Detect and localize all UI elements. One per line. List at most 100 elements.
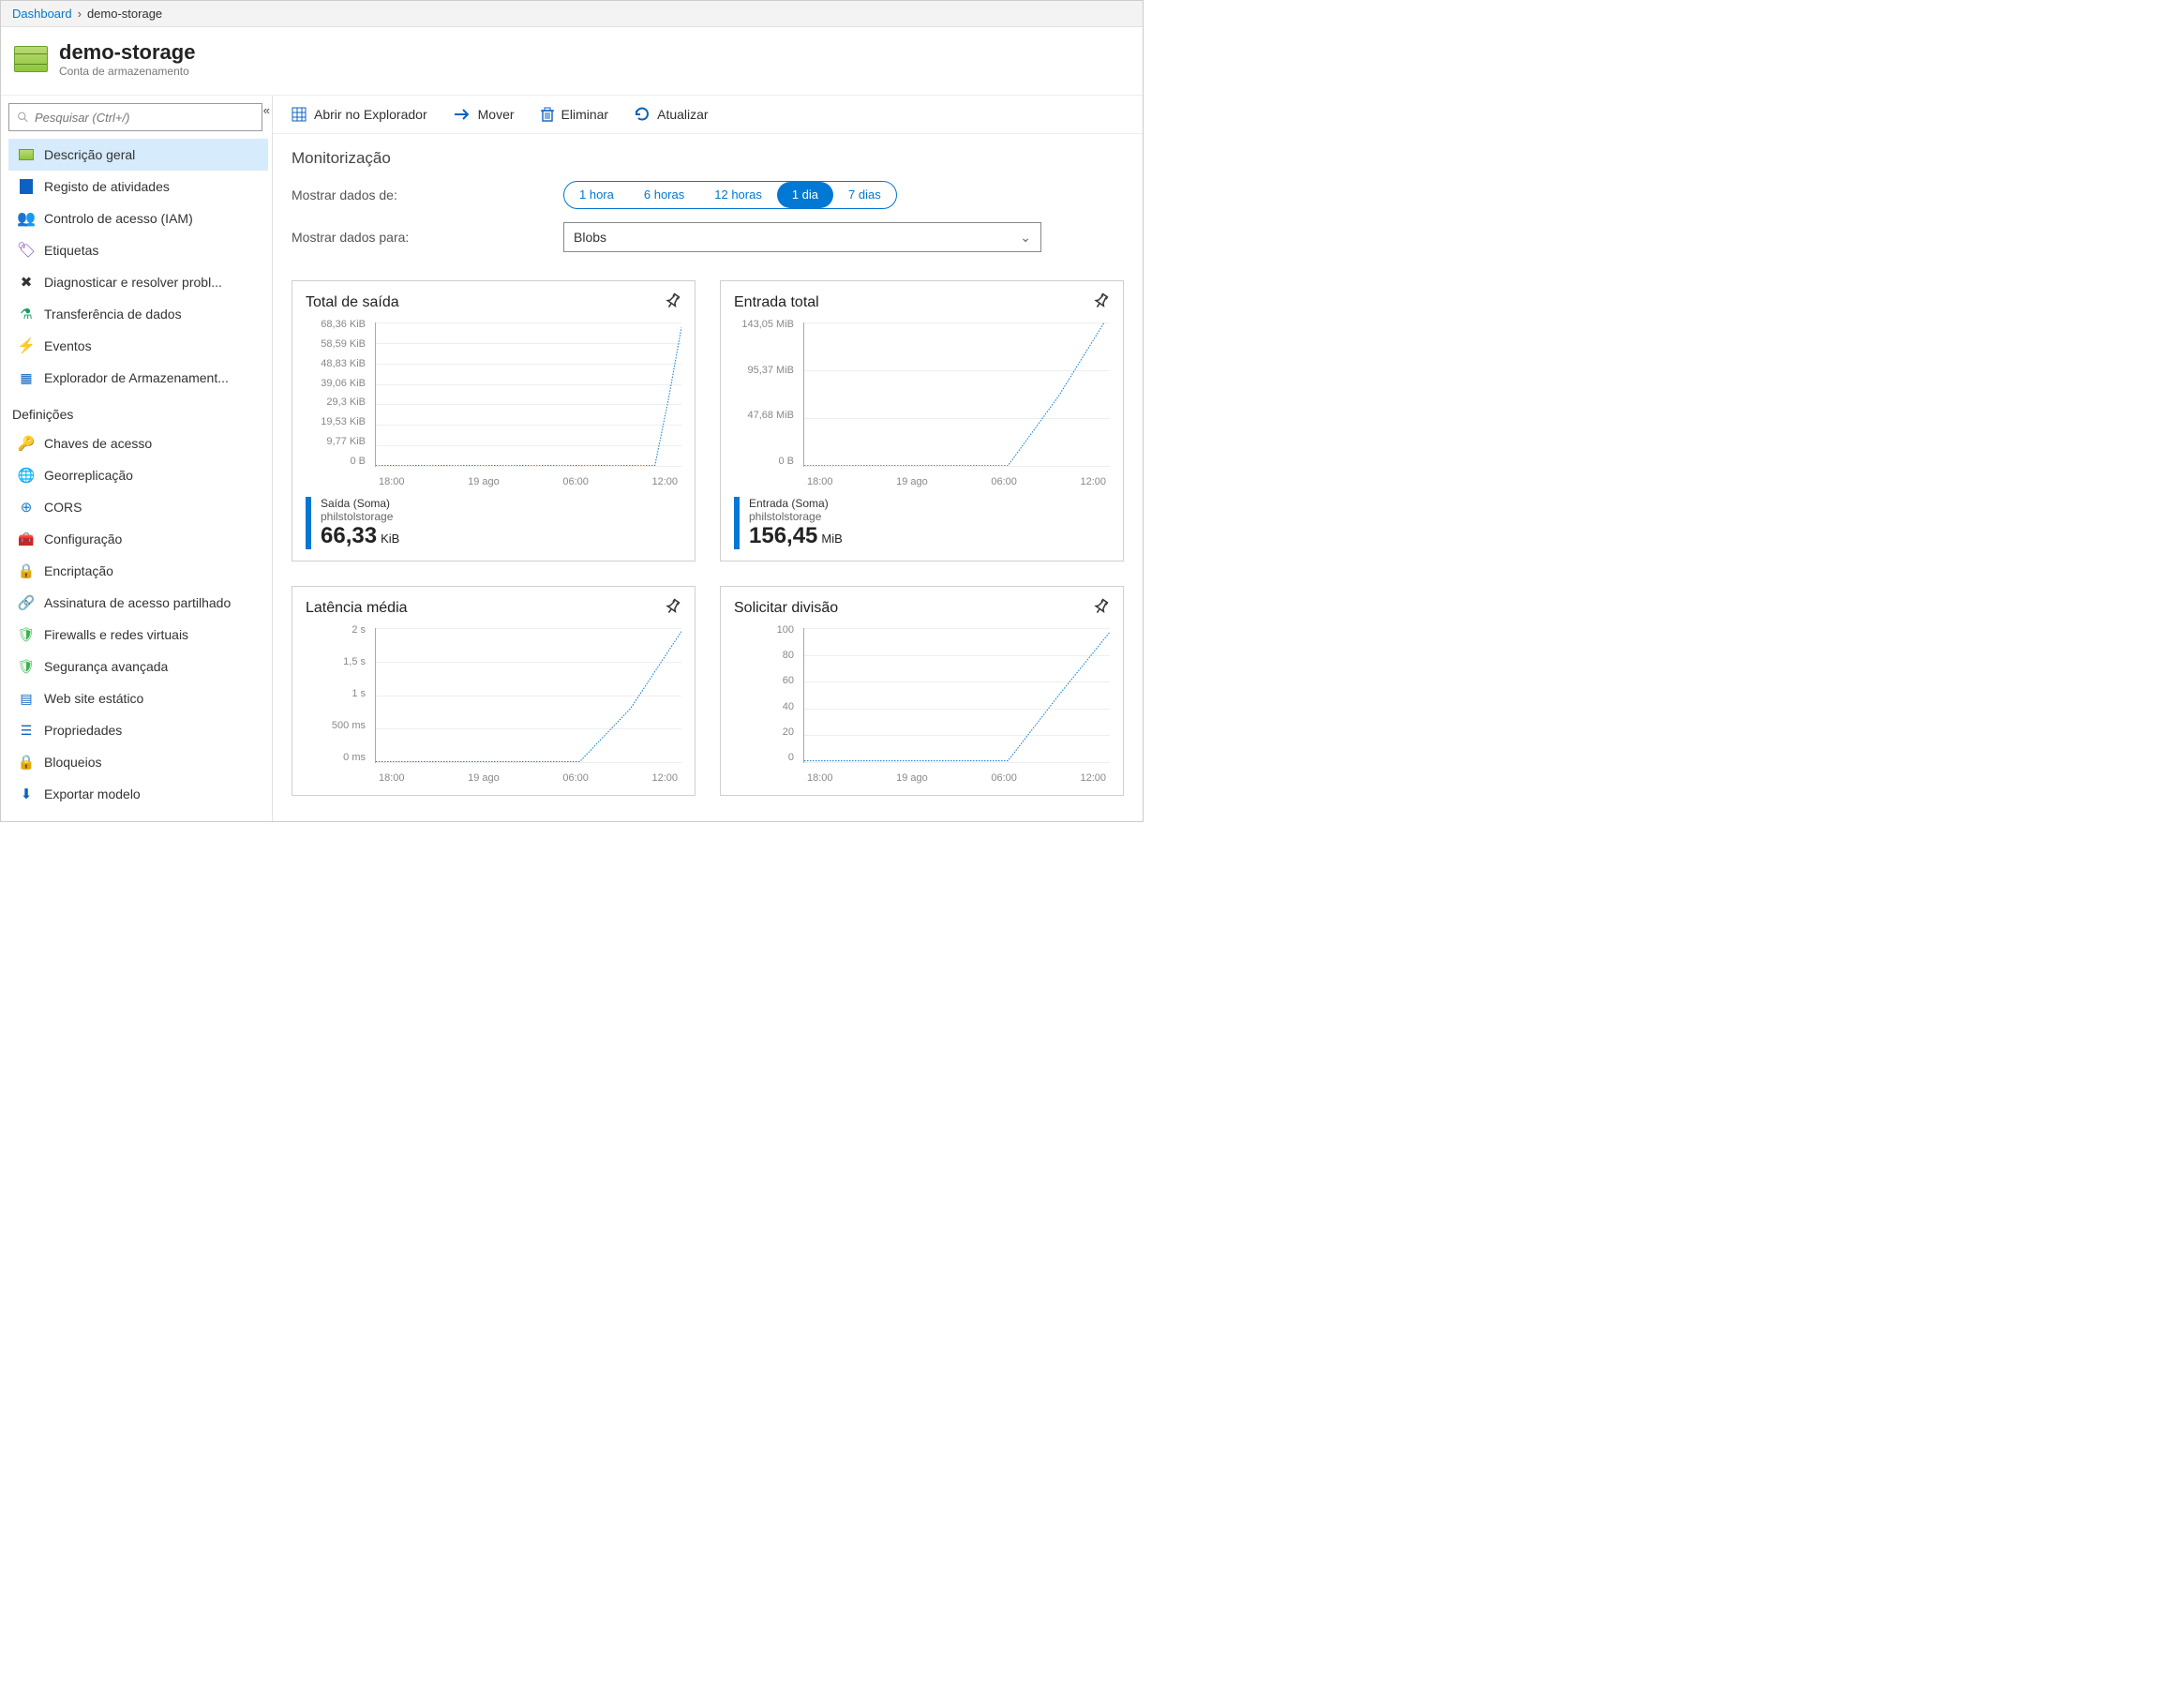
resource-header: demo-storage Conta de armazenamento	[1, 27, 1143, 96]
toolbar-label: Eliminar	[561, 107, 609, 122]
show-from-label: Mostrar dados de:	[292, 187, 563, 202]
data-type-select[interactable]: Blobs ⌄	[563, 222, 1041, 252]
sidebar-item-link[interactable]: 🔗Assinatura de acesso partilhado	[8, 587, 268, 619]
time-range-6horas[interactable]: 6 horas	[629, 182, 699, 208]
bolt-icon: ⚡	[18, 337, 35, 354]
chart-card: Solicitar divisão10080604020018:0019 ago…	[720, 586, 1124, 796]
sidebar-item-tools[interactable]: ✖ Diagnosticar e resolver probl...	[8, 266, 268, 298]
props-icon: ☰	[18, 722, 35, 739]
toolbar-label: Atualizar	[657, 107, 708, 122]
sidebar-item-label: Etiquetas	[44, 243, 98, 258]
trash-icon	[541, 107, 554, 122]
pin-icon[interactable]	[665, 292, 681, 312]
sidebar-item-label: Registo de atividades	[44, 179, 170, 194]
cors-icon: ⊕	[18, 499, 35, 516]
sidebar-item-label: Firewalls e redes virtuais	[44, 627, 188, 642]
sidebar-item-label: Bloqueios	[44, 755, 102, 770]
sidebar-item-iam[interactable]: 👥Controlo de acesso (IAM)	[8, 202, 268, 234]
chart-title: Solicitar divisão	[734, 600, 1110, 617]
search-input[interactable]	[35, 111, 254, 125]
storage-account-icon	[14, 46, 48, 72]
web-icon: ▤	[18, 690, 35, 707]
sidebar-item-label: Controlo de acesso (IAM)	[44, 211, 193, 226]
tag-icon: 🏷	[18, 242, 35, 259]
lock-icon: 🔒	[18, 562, 35, 579]
chart-card: Latência média2 s1,5 s1 s500 ms0 ms18:00…	[292, 586, 696, 796]
time-range-12horas[interactable]: 12 horas	[699, 182, 777, 208]
sidebar-item-storage[interactable]: Descrição geral	[8, 139, 268, 171]
explorer-icon: ▦	[18, 369, 35, 386]
pin-icon[interactable]	[1093, 598, 1110, 618]
chart-title: Total de saída	[306, 294, 681, 311]
sidebar-item-log[interactable]: Registo de atividades	[8, 171, 268, 202]
breadcrumb: Dashboard › demo-storage	[1, 1, 1143, 27]
config-icon: 🧰	[18, 531, 35, 547]
sidebar-item-key[interactable]: 🔑 Chaves de acesso	[8, 427, 268, 459]
pin-icon[interactable]	[1093, 292, 1110, 312]
chart-title: Latência média	[306, 600, 681, 617]
toolbar-label: Mover	[478, 107, 515, 122]
sidebar-item-web[interactable]: ▤ Web site estático	[8, 682, 268, 714]
toolbar-label: Abrir no Explorador	[314, 107, 427, 122]
sidebar-item-firewall[interactable]: 🛡 Firewalls e redes virtuais	[8, 619, 268, 651]
time-range-1hora[interactable]: 1 hora	[564, 182, 629, 208]
shield-icon: 🛡	[18, 658, 35, 675]
sidebar-item-props[interactable]: ☰ Propriedades	[8, 714, 268, 746]
sidebar-item-label: Transferência de dados	[44, 307, 182, 322]
tools-icon: ✖	[18, 274, 35, 291]
open-in-explorer-button[interactable]: Abrir no Explorador	[292, 107, 427, 122]
sidebar: « Descrição geral Registo de atividades 👥C…	[1, 96, 273, 821]
lockpad-icon: 🔒	[18, 754, 35, 771]
sidebar-item-tag[interactable]: 🏷 Etiquetas	[8, 234, 268, 266]
delete-button[interactable]: Eliminar	[541, 107, 609, 122]
time-range-selector: 1 hora6 horas12 horas1 dia7 dias	[563, 181, 897, 209]
breadcrumb-root[interactable]: Dashboard	[12, 7, 72, 21]
sidebar-item-label: Segurança avançada	[44, 659, 168, 674]
sidebar-item-label: Propriedades	[44, 723, 122, 738]
refresh-button[interactable]: Atualizar	[635, 107, 708, 122]
chart-summary: Entrada (Soma)philstolstorage156,45MiB	[734, 497, 1110, 549]
globe-icon: 🌐	[18, 467, 35, 484]
sidebar-item-label: Chaves de acesso	[44, 436, 152, 451]
monitoring-title: Monitorização	[292, 149, 1124, 168]
chart-title: Entrada total	[734, 294, 1110, 311]
sidebar-item-label: Encriptação	[44, 563, 113, 578]
sidebar-item-label: Georreplicação	[44, 468, 133, 483]
sidebar-item-config[interactable]: 🧰 Configuração	[8, 523, 268, 555]
sidebar-search[interactable]	[8, 103, 262, 131]
storage-icon	[18, 146, 35, 163]
firewall-icon: 🛡	[18, 626, 35, 643]
resource-type-label: Conta de armazenamento	[59, 65, 195, 78]
sidebar-item-label: Web site estático	[44, 691, 143, 706]
sidebar-item-lockpad[interactable]: 🔒 Bloqueios	[8, 746, 268, 778]
sidebar-item-transfer[interactable]: ⚗ Transferência de dados	[8, 298, 268, 330]
breadcrumb-current: demo-storage	[87, 7, 162, 21]
sidebar-item-label: Assinatura de acesso partilhado	[44, 595, 231, 610]
log-icon	[18, 178, 35, 195]
sidebar-item-bolt[interactable]: ⚡Eventos	[8, 330, 268, 362]
sidebar-item-cors[interactable]: ⊕CORS	[8, 491, 268, 523]
sidebar-item-shield[interactable]: 🛡 Segurança avançada	[8, 651, 268, 682]
sidebar-item-globe[interactable]: 🌐 Georreplicação	[8, 459, 268, 491]
key-icon: 🔑	[18, 435, 35, 452]
select-value: Blobs	[574, 230, 606, 245]
search-icon	[17, 111, 29, 124]
collapse-sidebar-button[interactable]: «	[260, 99, 274, 121]
sidebar-item-label: Explorador de Armazenament...	[44, 370, 229, 385]
main-content: Abrir no Explorador Mover Eliminar	[273, 96, 1143, 821]
sidebar-section-title: Definições	[8, 394, 268, 427]
sidebar-item-export[interactable]: ⬇Exportar modelo	[8, 778, 268, 810]
time-range-7dias[interactable]: 7 dias	[833, 182, 896, 208]
sidebar-item-explorer[interactable]: ▦ Explorador de Armazenament...	[8, 362, 268, 394]
transfer-icon: ⚗	[18, 306, 35, 322]
sidebar-item-label: Configuração	[44, 532, 122, 547]
move-button[interactable]: Mover	[454, 107, 515, 122]
chart-card: Entrada total143,05 MiB95,37 MiB47,68 Mi…	[720, 280, 1124, 562]
sidebar-item-label: Exportar modelo	[44, 786, 141, 801]
toolbar: Abrir no Explorador Mover Eliminar	[273, 96, 1143, 134]
pin-icon[interactable]	[665, 598, 681, 618]
chart-summary: Saída (Soma)philstolstorage66,33KiB	[306, 497, 681, 549]
time-range-1dia[interactable]: 1 dia	[777, 182, 833, 208]
sidebar-item-label: Diagnosticar e resolver probl...	[44, 275, 222, 290]
sidebar-item-lock[interactable]: 🔒 Encriptação	[8, 555, 268, 587]
